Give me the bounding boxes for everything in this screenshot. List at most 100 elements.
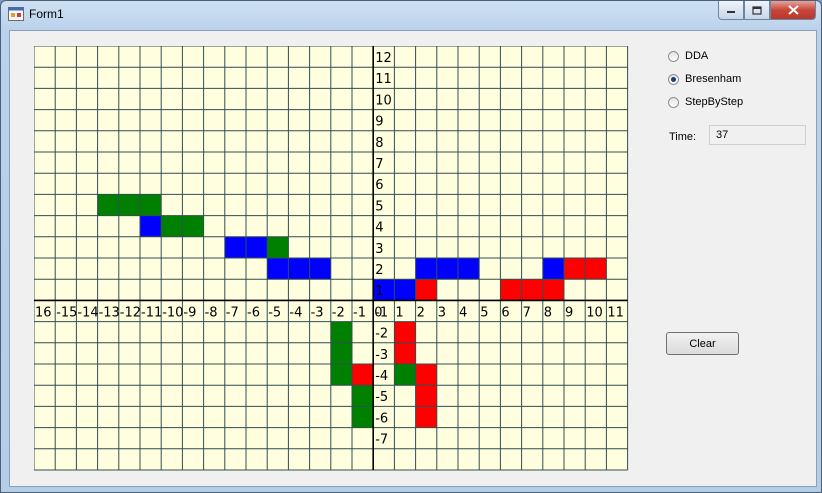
app-icon [8,7,24,21]
y-tick-label: 3 [375,242,383,257]
pixel-cell-blue [436,258,458,280]
pixel-cell-blue [288,258,310,280]
y-tick-label: -1 [375,305,388,320]
x-tick-label: -12 [120,305,141,320]
window-controls [718,1,816,21]
radio-dda[interactable]: DDA [668,50,708,62]
pixel-cell-red [415,406,437,428]
x-tick-label: -14 [77,305,98,320]
pixel-cell-red [585,258,607,280]
x-tick-label: 3 [438,305,446,320]
time-field: 37 [709,125,806,145]
x-tick-label: 8 [544,305,552,320]
y-tick-label: 6 [375,178,383,193]
y-tick-label: 8 [375,136,383,151]
pixel-cell-green [352,385,374,407]
y-tick-label: 7 [375,157,383,172]
minimize-button[interactable] [718,1,744,20]
y-tick-label: 5 [375,199,383,214]
pixel-cell-blue [246,236,268,258]
pixel-cell-blue [458,258,480,280]
pixel-cell-red [415,279,437,301]
y-tick-label: -5 [375,390,388,405]
x-tick-label: -13 [99,305,120,320]
radio-bresenham[interactable]: Bresenham [668,73,741,85]
x-tick-label: 2 [417,305,425,320]
pixel-cell-red [564,258,586,280]
pixel-cell-blue [140,215,162,237]
pixel-cell-red [542,279,564,301]
y-tick-label: 1 [375,284,383,299]
radio-label-dda: DDA [685,50,709,62]
y-tick-label: -4 [375,369,388,384]
pixel-cell-blue [309,258,331,280]
y-tick-label: -7 [375,433,388,448]
x-tick-label: -5 [268,305,281,320]
y-tick-label: 2 [375,263,383,278]
pixel-cell-blue [394,279,416,301]
x-tick-label: -6 [247,305,260,320]
pixel-cell-red [521,279,543,301]
radio-circle-bresenham[interactable] [668,73,679,85]
x-tick-label: -10 [162,305,183,320]
maximize-icon [752,5,762,15]
pixel-cell-green [267,236,289,258]
x-tick-label: -3 [311,305,324,320]
pixel-cell-blue [415,258,437,280]
pixel-cell-green [352,406,374,428]
radio-circle-dda[interactable] [668,50,679,62]
x-tick-label: 1 [395,305,403,320]
x-tick-label: -7 [226,305,239,320]
x-tick-label: 4 [459,305,467,320]
pixel-cell-red [352,364,374,386]
x-tick-label: 1 [629,305,630,320]
x-tick-label: -11 [141,305,162,320]
x-tick-label: 10 [586,305,603,320]
pixel-cell-green [330,342,352,364]
grid-canvas[interactable]: 16 -15 -14 -13 -12 -11 -10 -9 -8 -7 -6 -5 -4 -3 -2 -1 0 1… [33,45,637,477]
x-tick-label: -1 [353,305,366,320]
pixel-cell-blue [224,236,246,258]
x-tick-label: 16 [35,305,52,320]
x-tick-label: -8 [205,305,218,320]
y-tick-label: 4 [375,221,383,236]
title-bar[interactable]: Form1 [1,1,821,27]
pixel-cell-green [182,215,204,237]
y-tick-label: -6 [375,411,388,426]
y-tick-label: 12 [375,51,392,66]
y-tick-label: 9 [375,115,383,130]
x-tick-label: 9 [565,305,573,320]
pixel-cell-red [394,342,416,364]
time-label: Time: [669,131,697,143]
maximize-button[interactable] [744,1,770,20]
close-icon [787,5,799,15]
pixel-cell-blue [542,258,564,280]
radio-circle-stepbystep[interactable] [668,96,679,108]
form-client-area: 16 -15 -14 -13 -12 -11 -10 -9 -8 -7 -6 -5 -4 -3 -2 -1 0 1… [9,30,817,487]
radio-label-bresenham: Bresenham [685,73,742,85]
pixel-cell-red [415,364,437,386]
x-tick-label: -2 [332,305,345,320]
radio-label-stepbystep: StepByStep [685,96,744,108]
app-window: Form1 16 -15 -14 -13 -12 -11 -10 -9 -8 -7 -6 -5 -4 -3… [0,0,822,493]
pixel-cell-green [394,364,416,386]
radio-stepbystep[interactable]: StepByStep [668,96,743,108]
pixel-cell-green [161,215,183,237]
pixel-cell-green [118,194,140,216]
x-tick-label: -9 [183,305,196,320]
pixel-cell-red [394,321,416,343]
pixel-cell-green [330,321,352,343]
close-button[interactable] [770,1,816,20]
pixel-cell-green [97,194,119,216]
y-tick-label: 10 [375,93,392,108]
x-tick-label: 7 [523,305,531,320]
x-tick-label: 11 [607,305,624,320]
pixel-cell-red [415,385,437,407]
y-tick-label: -2 [375,327,388,342]
window-title: Form1 [29,7,64,21]
pixel-cell-red [500,279,522,301]
pixel-cell-green [330,364,352,386]
clear-button[interactable]: Clear [666,332,739,355]
pixel-grid[interactable]: 16 -15 -14 -13 -12 -11 -10 -9 -8 -7 -6 -5 -4 -3 -2 -1 0 1… [33,45,637,472]
minimize-icon [727,11,735,13]
